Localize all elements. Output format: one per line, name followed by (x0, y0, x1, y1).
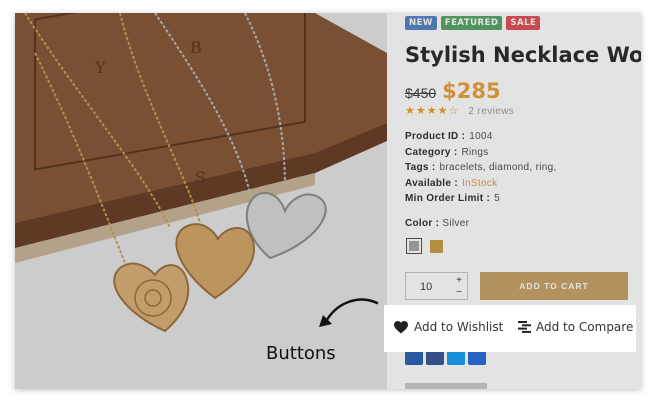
action-buttons: Add to Wishlist Add to Compare (384, 305, 636, 352)
heart-icon (394, 320, 408, 333)
add-to-wishlist-button[interactable]: Add to Wishlist (394, 320, 503, 334)
add-to-compare-button[interactable]: Add to Compare (518, 320, 633, 334)
arrow-icon (319, 298, 379, 327)
callout-label: Buttons (266, 343, 336, 364)
compare-icon (518, 321, 531, 333)
wishlist-label: Add to Wishlist (414, 320, 504, 334)
product-page: Y B S NEW FEATURED SALE Stylish Necklace… (15, 13, 641, 389)
compare-label: Add to Compare (536, 320, 634, 334)
